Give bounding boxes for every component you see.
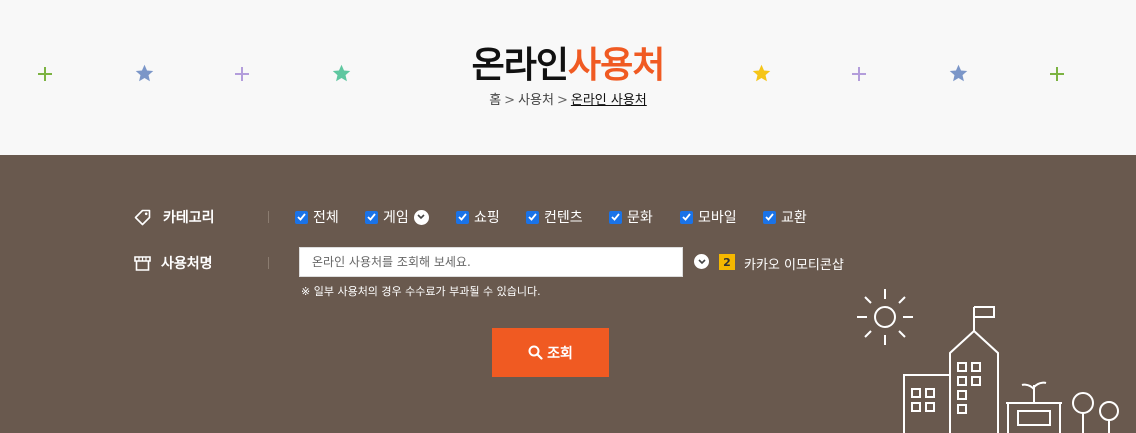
name-row-label: 사용처명 [134, 253, 213, 273]
search-button-label: 조회 [547, 345, 573, 362]
chevron-down-icon[interactable] [413, 209, 429, 225]
category-all[interactable]: 전체 [295, 207, 339, 227]
category-label: 교환 [781, 210, 807, 226]
breadcrumb-usage[interactable]: 사용처 [518, 93, 554, 108]
breadcrumb-separator: > [556, 93, 568, 108]
checkbox-checked[interactable] [365, 210, 378, 224]
search-panel: 카테고리 전체 게임 쇼핑 컨텐츠 문화 모바일 교환 사용처명 2 카카오 이… [0, 155, 1136, 433]
fee-notice: ※ 일부 사용처의 경우 수수료가 부과될 수 있습니다. [301, 285, 541, 298]
category-label: 쇼핑 [474, 210, 500, 226]
category-label: 컨텐츠 [544, 210, 583, 226]
category-label: 카테고리 [163, 210, 215, 226]
category-label: 전체 [313, 210, 339, 226]
category-label: 문화 [627, 210, 653, 226]
checkbox-checked[interactable] [609, 210, 622, 224]
divider [268, 211, 269, 223]
divider [268, 257, 269, 269]
rank-badge: 2 [719, 254, 735, 270]
search-input[interactable] [299, 247, 683, 277]
search-icon [528, 345, 543, 360]
checkbox-checked[interactable] [526, 210, 539, 224]
category-row-label: 카테고리 [134, 207, 215, 227]
store-icon [134, 255, 151, 271]
checkbox-checked[interactable] [763, 210, 776, 224]
category-culture[interactable]: 문화 [609, 207, 653, 227]
chevron-down-icon[interactable] [694, 254, 709, 269]
breadcrumb-separator: > [504, 93, 516, 108]
category-label: 게임 [383, 210, 409, 226]
checkbox-checked[interactable] [295, 210, 308, 224]
category-label: 모바일 [698, 210, 737, 226]
category-game[interactable]: 게임 [365, 207, 429, 227]
name-label: 사용처명 [161, 256, 213, 272]
category-content[interactable]: 컨텐츠 [526, 207, 583, 227]
city-illustration-icon [857, 289, 1119, 433]
tag-icon [134, 209, 151, 225]
suggestion-link[interactable]: 카카오 이모티콘샵 [744, 254, 844, 273]
breadcrumb-home[interactable]: 홈 [489, 93, 501, 108]
breadcrumb-current[interactable]: 온라인 사용처 [571, 93, 647, 108]
category-shopping[interactable]: 쇼핑 [456, 207, 500, 227]
page-header: 온라인사용처 홈 > 사용처 > 온라인 사용처 [0, 0, 1136, 155]
checkbox-checked[interactable] [680, 210, 693, 224]
search-button[interactable]: 조회 [492, 328, 609, 377]
page-title-plain: 온라인 [471, 45, 569, 86]
category-mobile[interactable]: 모바일 [680, 207, 737, 227]
category-exchange[interactable]: 교환 [763, 207, 807, 227]
page-title-accent: 사용처 [568, 45, 665, 86]
breadcrumb: 홈 > 사용처 > 온라인 사용처 [0, 89, 1136, 108]
checkbox-checked[interactable] [456, 210, 469, 224]
page-title: 온라인사용처 [0, 36, 1136, 88]
